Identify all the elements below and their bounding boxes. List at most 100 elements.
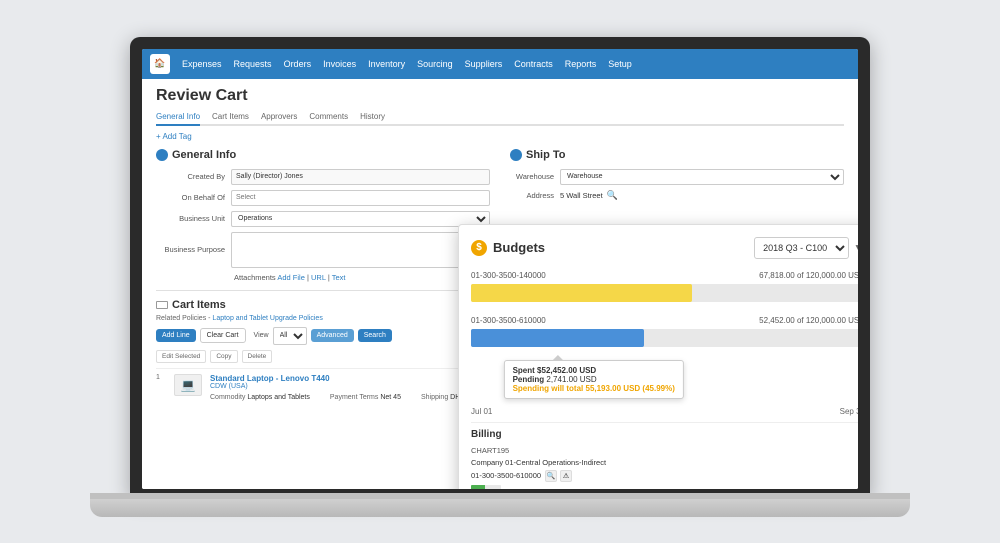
nav-contracts[interactable]: Contracts — [514, 59, 553, 69]
laptop-screen: 🏠 Expenses Requests Orders Invoices Inve… — [130, 37, 870, 497]
view-select[interactable]: All — [273, 327, 307, 345]
budget-start-date: Jul 01 — [471, 407, 492, 416]
on-behalf-label: On Behalf Of — [156, 193, 231, 202]
attachments-url[interactable]: URL — [311, 273, 326, 282]
advanced-button[interactable]: Advanced — [311, 329, 354, 342]
budget-item-1-header: 01-300-3500-140000 67,818.00 of 120,000.… — [471, 271, 858, 280]
cart-item-image: 💻 — [174, 374, 202, 396]
budget-header: $ Budgets 2018 Q3 - C100 2018 Q2 - C100 … — [471, 237, 858, 259]
search-icon[interactable]: 🔍 — [607, 190, 618, 201]
budget-period-select[interactable]: 2018 Q3 - C100 2018 Q2 - C100 2018 Q1 - … — [754, 237, 849, 259]
budget-end-date: Sep 30 — [840, 407, 858, 416]
nav-invoices[interactable]: Invoices — [323, 59, 356, 69]
tooltip-pending-label: Pending — [513, 375, 545, 384]
nav-setup[interactable]: Setup — [608, 59, 632, 69]
billing-account-row: 01-300-3500-610000 🔍 ⚠ — [471, 470, 858, 482]
page-content: Review Cart General Info Cart Items Appr… — [142, 79, 858, 489]
billing-warning-icon[interactable]: ⚠ — [560, 470, 572, 482]
warehouse-row: Warehouse Warehouse — [510, 169, 844, 185]
address-row: Address 5 Wall Street 🔍 — [510, 190, 844, 201]
budget-amount-1: 67,818.00 of 120,000.00 USD — [759, 271, 858, 280]
business-purpose-row: Business Purpose — [156, 232, 490, 268]
budget-tooltip: Spent $52,452.00 USD Pending 2,741.00 US… — [504, 360, 684, 399]
budget-bar-bg-1 — [471, 284, 858, 302]
nav-inventory[interactable]: Inventory — [368, 59, 405, 69]
tab-general-info[interactable]: General Info — [156, 109, 200, 126]
budget-amount-2: 52,452.00 of 120,000.00 USD — [759, 316, 858, 325]
tab-bar: General Info Cart Items Approvers Commen… — [156, 109, 844, 126]
nav-reports[interactable]: Reports — [565, 59, 597, 69]
billing-search-icon[interactable]: 🔍 — [545, 470, 557, 482]
budget-item-2: 01-300-3500-610000 52,452.00 of 120,000.… — [471, 316, 858, 347]
search-button[interactable]: Search — [358, 329, 392, 342]
commodity-meta: Commodity Laptops and Tablets — [210, 394, 310, 401]
attachments-add-file[interactable]: Add File — [277, 273, 305, 282]
budget-title: $ Budgets — [471, 240, 545, 256]
business-unit-select[interactable]: Operations — [231, 211, 490, 227]
tab-comments[interactable]: Comments — [309, 109, 348, 124]
warehouse-select[interactable]: Warehouse — [560, 169, 844, 185]
attachments-row: Attachments Add File | URL | Text — [156, 273, 490, 282]
on-behalf-input[interactable] — [231, 190, 490, 206]
screen-content: 🏠 Expenses Requests Orders Invoices Inve… — [142, 49, 858, 489]
attachments-label: Attachments — [234, 273, 276, 282]
tab-cart-items[interactable]: Cart Items — [212, 109, 249, 124]
business-unit-row: Business Unit Operations — [156, 211, 490, 227]
copy-button[interactable]: Copy — [210, 350, 237, 363]
view-label: View — [254, 332, 269, 339]
attachments-text[interactable]: Text — [332, 273, 346, 282]
budget-bar-fill-1 — [471, 284, 692, 302]
nav-sourcing[interactable]: Sourcing — [417, 59, 453, 69]
tab-history[interactable]: History — [360, 109, 385, 124]
general-info-section: General Info Created By Sally (Director)… — [156, 149, 490, 282]
tooltip-spent-label: Spent — [513, 366, 535, 375]
billing-mini-bar-fill — [471, 485, 485, 489]
edit-selected-button[interactable]: Edit Selected — [156, 350, 206, 363]
clear-cart-button[interactable]: Clear Cart — [200, 328, 246, 343]
tooltip-pending-value: 2,741.00 USD — [546, 375, 596, 384]
budget-popup: $ Budgets 2018 Q3 - C100 2018 Q2 - C100 … — [458, 224, 858, 489]
chevron-down-icon[interactable]: ▼ — [853, 241, 858, 255]
business-purpose-label: Business Purpose — [156, 245, 231, 254]
billing-company: Company 01-Central Operations-Indirect — [471, 458, 606, 467]
budget-period: 2018 Q3 - C100 2018 Q2 - C100 2018 Q1 - … — [754, 237, 858, 259]
budget-item-2-header: 01-300-3500-610000 52,452.00 of 120,000.… — [471, 316, 858, 325]
billing-mini-bar — [471, 485, 501, 489]
created-by-value: Sally (Director) Jones — [231, 169, 490, 185]
address-label: Address — [510, 191, 560, 200]
general-info-icon — [156, 149, 168, 161]
budget-footer: Jul 01 Sep 30 — [471, 407, 858, 416]
billing-title: Billing — [471, 429, 858, 440]
billing-account: 01-300-3500-610000 — [471, 471, 541, 480]
delete-button[interactable]: Delete — [242, 350, 273, 363]
tooltip-total-value: 55,193.00 USD (45.99%) — [585, 384, 674, 393]
on-behalf-row: On Behalf Of — [156, 190, 490, 206]
nav-suppliers[interactable]: Suppliers — [465, 59, 503, 69]
add-line-button[interactable]: Add Line — [156, 329, 196, 342]
ship-to-title: Ship To — [510, 149, 844, 161]
top-navigation: 🏠 Expenses Requests Orders Invoices Inve… — [142, 49, 858, 79]
budget-item-1: 01-300-3500-140000 67,818.00 of 120,000.… — [471, 271, 858, 302]
nav-requests[interactable]: Requests — [234, 59, 272, 69]
cart-icon — [156, 301, 168, 309]
budget-icon: $ — [471, 240, 487, 256]
business-unit-label: Business Unit — [156, 214, 231, 223]
tab-approvers[interactable]: Approvers — [261, 109, 297, 124]
home-icon[interactable]: 🏠 — [150, 54, 170, 74]
payment-terms-meta: Payment Terms Net 45 — [330, 394, 401, 401]
budget-code-2: 01-300-3500-610000 — [471, 316, 546, 325]
page-title: Review Cart — [156, 87, 844, 105]
add-tag-button[interactable]: + Add Tag — [156, 132, 844, 141]
budget-code-1: 01-300-3500-140000 — [471, 271, 546, 280]
budget-bar-fill-2: Spent $52,452.00 USD Pending 2,741.00 US… — [471, 329, 644, 347]
nav-orders[interactable]: Orders — [284, 59, 312, 69]
general-info-title: General Info — [156, 149, 490, 161]
policies-link[interactable]: Laptop and Tablet Upgrade Policies — [212, 315, 322, 322]
tooltip-total-label: Spending will total — [513, 384, 584, 393]
business-purpose-input[interactable] — [231, 232, 490, 268]
nav-expenses[interactable]: Expenses — [182, 59, 222, 69]
billing-section: Billing CHART195 Company 01-Central Oper… — [471, 422, 858, 489]
created-by-label: Created By — [156, 172, 231, 181]
warehouse-label: Warehouse — [510, 172, 560, 181]
address-value: 5 Wall Street — [560, 191, 603, 200]
